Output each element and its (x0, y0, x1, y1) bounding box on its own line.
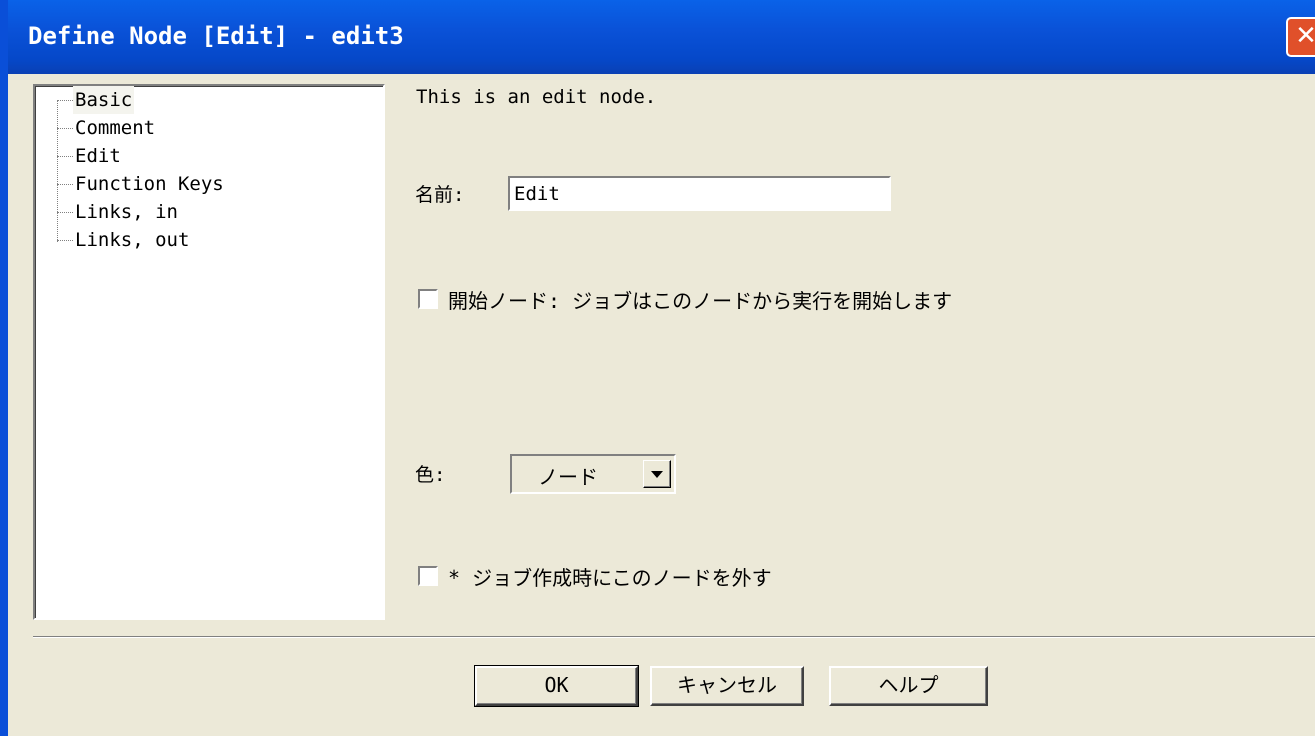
color-select[interactable]: ノード (510, 454, 676, 494)
name-label: 名前: (415, 184, 465, 206)
tree-item-links-in[interactable]: Links, in (73, 198, 180, 226)
tree-item-links-out[interactable]: Links, out (73, 226, 191, 254)
cancel-button[interactable]: キャンセル (650, 666, 804, 706)
tree-connector (57, 184, 73, 185)
tree-connector (57, 100, 73, 101)
window-frame-left (0, 0, 8, 736)
tree-item-function-keys[interactable]: Function Keys (73, 170, 226, 198)
node-description: This is an edit node. (416, 86, 657, 108)
name-input[interactable] (508, 176, 891, 211)
color-select-value: ノード (538, 465, 598, 489)
tree-item-edit[interactable]: Edit (73, 142, 123, 170)
ok-button[interactable]: OK (474, 665, 639, 707)
tree-connector-line (57, 100, 58, 242)
color-label: 色: (415, 464, 446, 486)
category-tree[interactable]: Basic Comment Edit Function Keys Links, … (33, 84, 385, 620)
title-bar[interactable]: Define Node [Edit] - edit3 ✕ (0, 0, 1315, 74)
tree-connector (57, 212, 73, 213)
tree-connector (57, 156, 73, 157)
tree-connector (57, 128, 73, 129)
help-button[interactable]: ヘルプ (829, 666, 988, 706)
exclude-node-label: * ジョブ作成時にこのノードを外す (448, 566, 772, 590)
tree-item-comment[interactable]: Comment (73, 114, 157, 142)
chevron-down-icon[interactable] (643, 460, 671, 488)
start-node-label: 開始ノード: ジョブはこのノードから実行を開始します (448, 289, 953, 313)
close-button[interactable]: ✕ (1286, 17, 1315, 57)
tree-item-basic[interactable]: Basic (73, 86, 135, 114)
exclude-node-checkbox[interactable] (418, 566, 438, 586)
start-node-checkbox[interactable] (418, 289, 438, 309)
footer-divider (33, 636, 1315, 638)
dialog-window: Define Node [Edit] - edit3 ✕ Basic Comme… (0, 0, 1315, 736)
close-icon: ✕ (1295, 21, 1315, 51)
tree-connector (57, 240, 73, 241)
window-title: Define Node [Edit] - edit3 (28, 22, 404, 50)
